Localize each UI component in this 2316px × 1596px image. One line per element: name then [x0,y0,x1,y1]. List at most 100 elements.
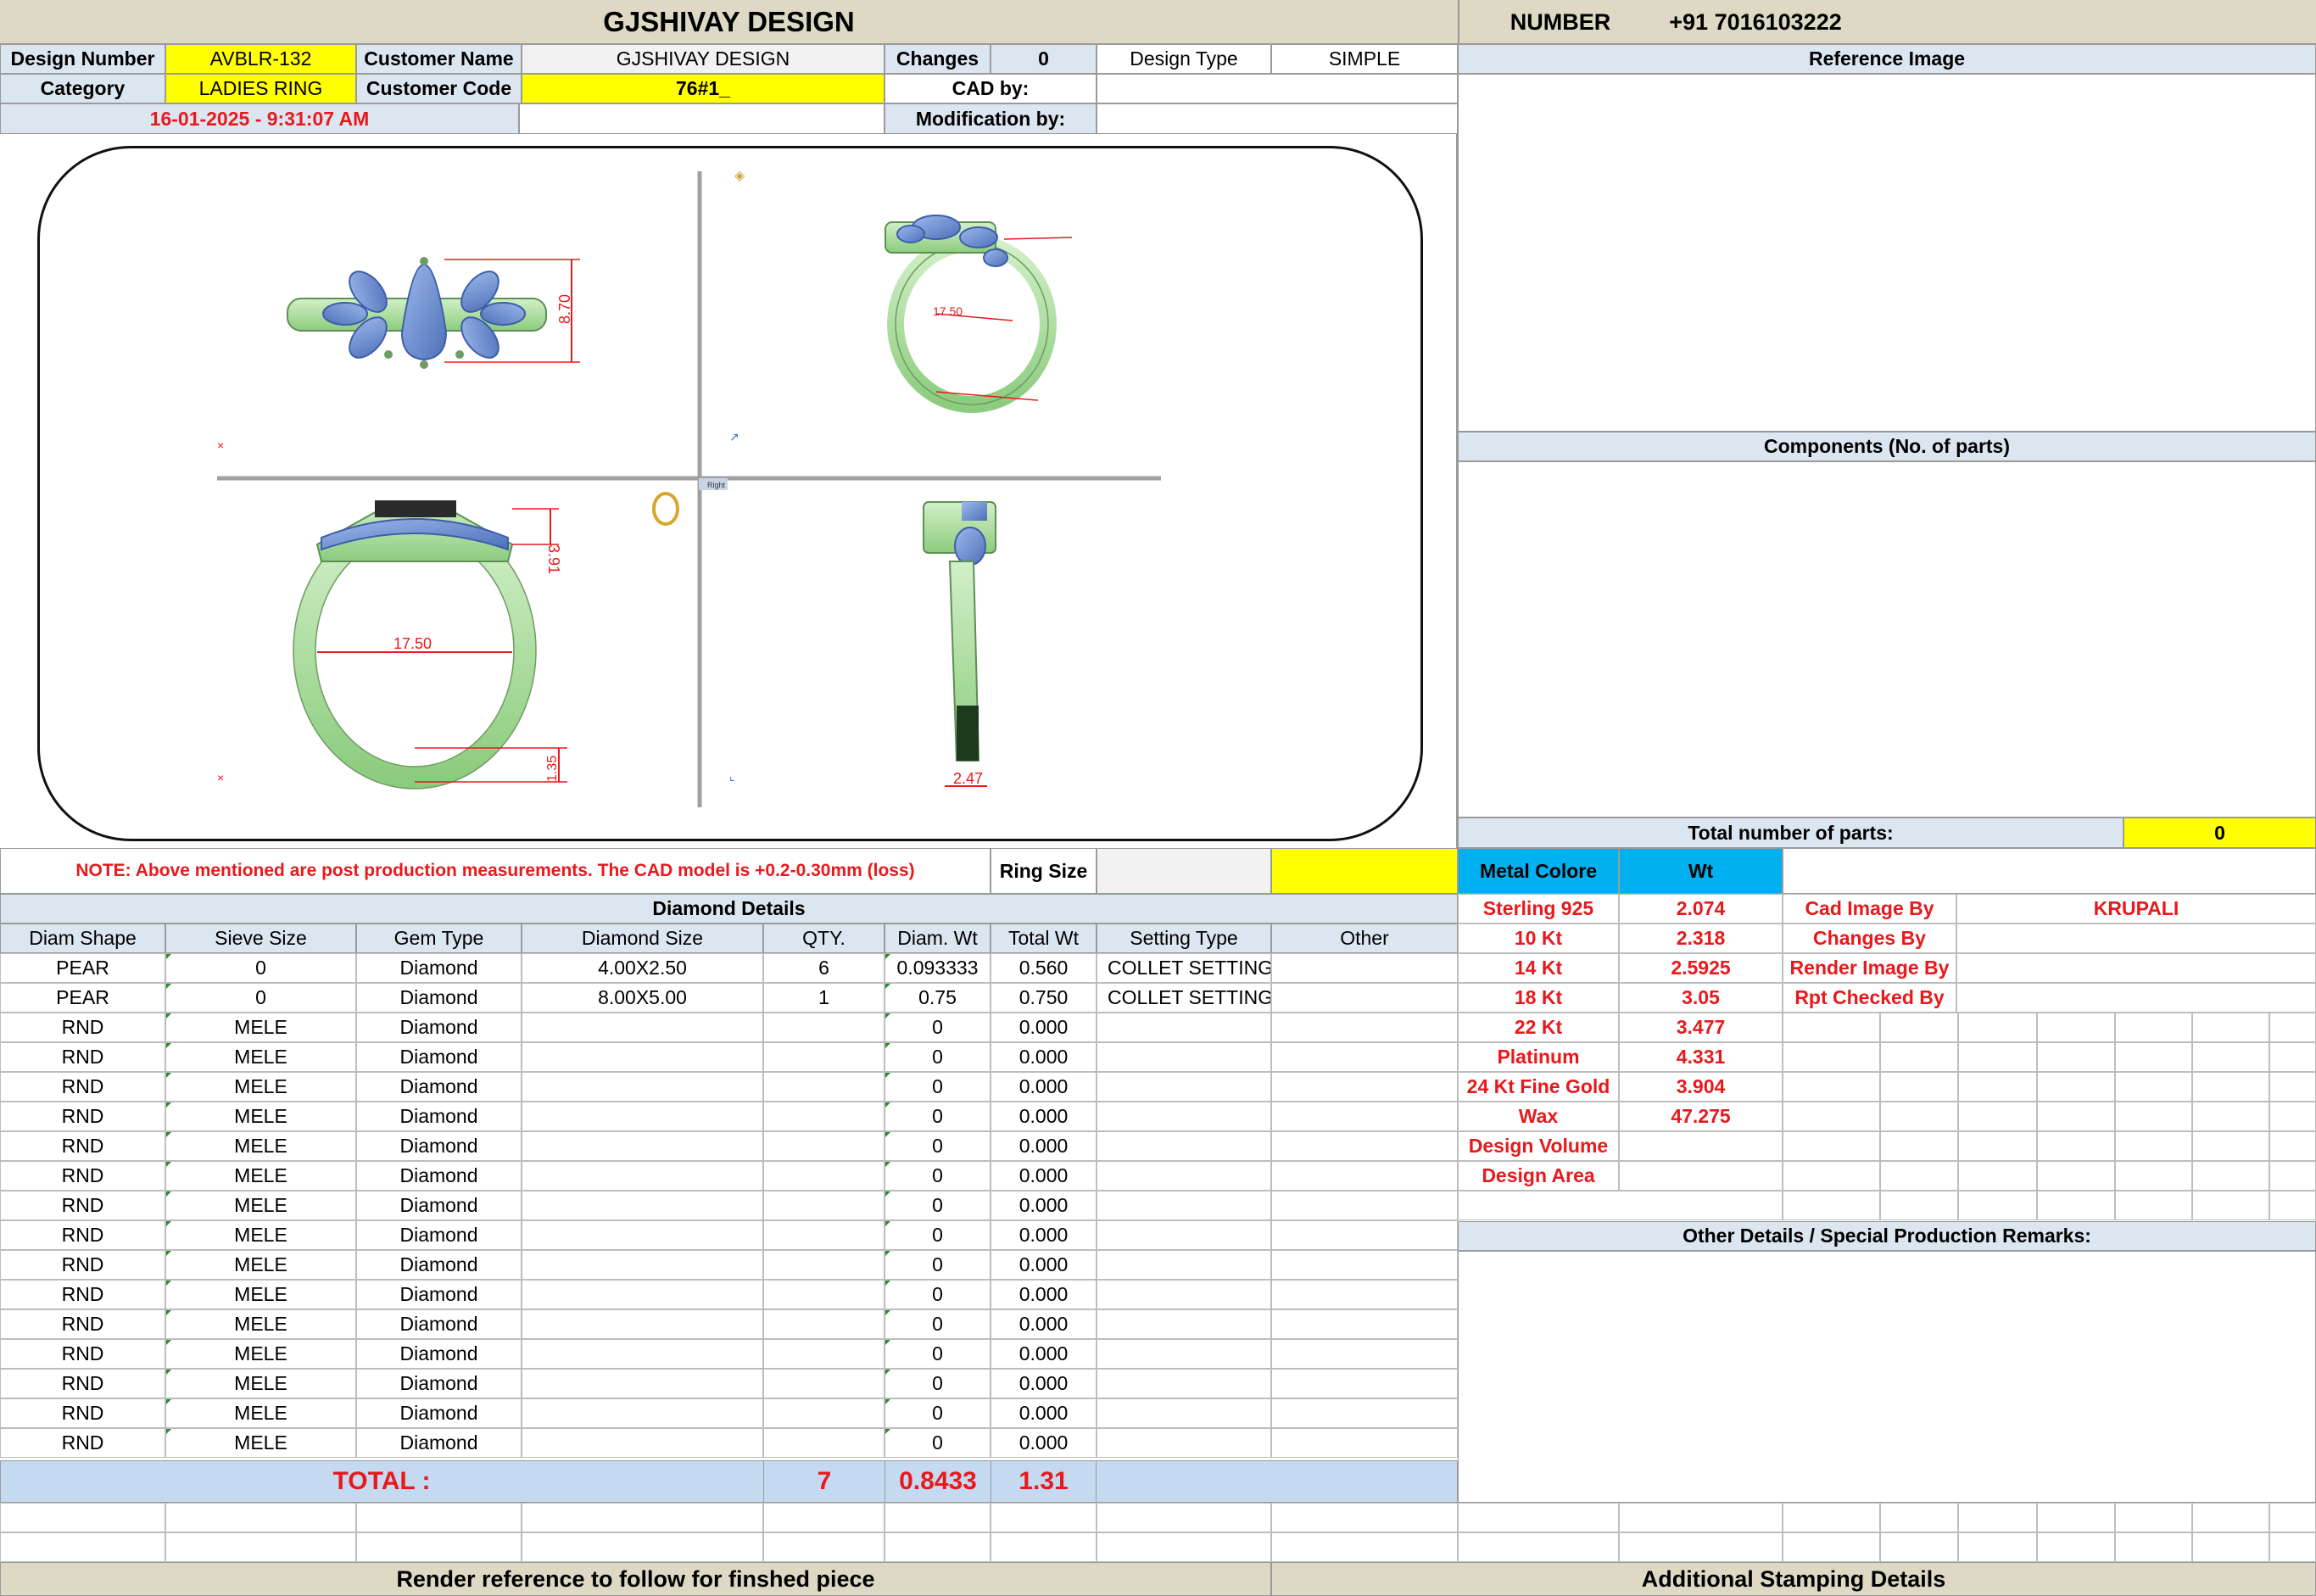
diamond-cell[interactable]: MELE [165,1428,356,1458]
diamond-cell[interactable] [763,1131,885,1161]
blank-grid-cell[interactable] [1458,1503,1619,1532]
metal-grid-cell[interactable] [2192,1131,2269,1161]
diamond-cell[interactable]: Diamond [356,1280,522,1309]
blank-grid-cell[interactable] [1619,1503,1783,1532]
metal-grid-cell[interactable] [2115,1013,2192,1042]
diamond-cell[interactable] [763,1013,885,1042]
diamond-cell[interactable]: COLLET SETTING [1097,983,1271,1013]
diamond-cell[interactable]: 0.000 [991,1161,1097,1191]
diamond-cell[interactable] [1097,1102,1271,1131]
diamond-cell[interactable]: 4.00X2.50 [522,953,763,983]
diamond-cell[interactable]: 0 [885,1220,991,1250]
diamond-cell[interactable]: 0.000 [991,1428,1097,1458]
blank-grid-cell[interactable] [885,1503,991,1532]
diamond-cell[interactable] [522,1191,763,1220]
diamond-cell[interactable] [763,1072,885,1102]
diamond-cell[interactable]: 0 [885,1398,991,1428]
diamond-cell[interactable]: 0 [885,1250,991,1280]
diamond-cell[interactable]: 0.000 [991,1280,1097,1309]
diamond-cell[interactable] [1097,1428,1271,1458]
remarks-area[interactable] [1458,1251,2316,1503]
metal-grid-cell[interactable] [1958,1013,2037,1042]
diamond-cell[interactable]: 0.000 [991,1013,1097,1042]
blank-grid-cell[interactable] [1097,1503,1271,1532]
diamond-cell[interactable] [1271,1072,1458,1102]
diamond-cell[interactable]: 0.000 [991,1042,1097,1072]
diamond-cell[interactable]: RND [0,1013,165,1042]
diamond-cell[interactable]: Diamond [356,1102,522,1131]
diamond-cell[interactable] [1271,1013,1458,1042]
diamond-cell[interactable] [1097,1131,1271,1161]
diamond-cell[interactable]: MELE [165,1102,356,1131]
blank-grid-cell[interactable] [356,1532,522,1562]
diamond-cell[interactable] [1097,1398,1271,1428]
diamond-cell[interactable]: 1 [763,983,885,1013]
diamond-cell[interactable]: Diamond [356,1220,522,1250]
blank-grid-cell[interactable] [2037,1532,2115,1562]
metal-grid-cell[interactable] [2115,1131,2192,1161]
blank-grid-cell[interactable] [1271,1532,1458,1562]
metal-grid-cell[interactable] [2192,1102,2269,1131]
metal-grid-cell[interactable] [2037,1042,2115,1072]
metal-weight[interactable]: 47.275 [1619,1102,1783,1131]
diamond-cell[interactable]: 0.000 [991,1102,1097,1131]
diamond-cell[interactable]: MELE [165,1280,356,1309]
blank-grid-cell[interactable] [2269,1503,2316,1532]
diamond-cell[interactable]: 0.000 [991,1072,1097,1102]
diamond-cell[interactable]: 0.000 [991,1309,1097,1339]
modification-by-value[interactable] [1097,103,1458,134]
credit-value[interactable] [1956,953,2316,983]
diamond-cell[interactable]: RND [0,1428,165,1458]
blank-grid-cell[interactable] [991,1503,1097,1532]
metal-grid-cell[interactable] [2269,1042,2316,1072]
diamond-cell[interactable]: 0 [885,1191,991,1220]
diamond-cell[interactable]: RND [0,1369,165,1398]
blank-grid-cell[interactable] [522,1503,763,1532]
metal-grid-cell[interactable] [1958,1042,2037,1072]
total-parts-value[interactable]: 0 [2123,818,2316,848]
blank-grid-cell[interactable] [1880,1532,1958,1562]
diamond-cell[interactable]: Diamond [356,983,522,1013]
metal-grid-cell[interactable] [2269,1102,2316,1131]
diamond-cell[interactable]: Diamond [356,1042,522,1072]
diamond-cell[interactable] [763,1280,885,1309]
credit-value[interactable]: KRUPALI [1956,894,2316,924]
diamond-cell[interactable] [522,1102,763,1131]
diamond-cell[interactable]: 0 [885,1042,991,1072]
diamond-cell[interactable]: Diamond [356,953,522,983]
blank-grid-cell[interactable] [2269,1532,2316,1562]
cad-by-value[interactable] [1097,74,1458,103]
design-type-value[interactable]: SIMPLE [1271,44,1458,74]
metal-grid-cell[interactable] [1880,1072,1958,1102]
diamond-cell[interactable]: 0.000 [991,1339,1097,1369]
diamond-cell[interactable]: MELE [165,1369,356,1398]
diamond-cell[interactable] [763,1398,885,1428]
metal-grid-cell[interactable] [1880,1161,1958,1191]
blank-grid-cell[interactable] [1097,1532,1271,1562]
metal-grid-cell[interactable] [2115,1161,2192,1191]
diamond-cell[interactable]: 0.000 [991,1191,1097,1220]
diamond-cell[interactable]: RND [0,1161,165,1191]
blank-grid-cell[interactable] [1783,1503,1880,1532]
credit-value[interactable] [1956,983,2316,1013]
metal-grid-cell[interactable] [2037,1102,2115,1131]
diamond-cell[interactable]: RND [0,1250,165,1280]
metal-grid-cell[interactable] [2115,1191,2192,1220]
diamond-cell[interactable]: 0.000 [991,1250,1097,1280]
metal-grid-cell[interactable] [2037,1131,2115,1161]
metal-grid-cell[interactable] [2269,1131,2316,1161]
metal-grid-cell[interactable] [2192,1042,2269,1072]
metal-weight[interactable] [1619,1131,1783,1161]
blank-grid-cell[interactable] [165,1503,356,1532]
metal-grid-cell[interactable] [1783,1191,1880,1220]
diamond-cell[interactable]: 0 [885,1428,991,1458]
metal-grid-cell[interactable] [1958,1131,2037,1161]
blank-grid-cell[interactable] [763,1532,885,1562]
ring-size-input[interactable] [1097,848,1271,894]
diamond-cell[interactable] [522,1072,763,1102]
diamond-cell[interactable]: Diamond [356,1398,522,1428]
diamond-cell[interactable]: Diamond [356,1309,522,1339]
credit-value[interactable] [1956,924,2316,953]
metal-grid-cell[interactable] [2269,1191,2316,1220]
blank-grid-cell[interactable] [1958,1503,2037,1532]
